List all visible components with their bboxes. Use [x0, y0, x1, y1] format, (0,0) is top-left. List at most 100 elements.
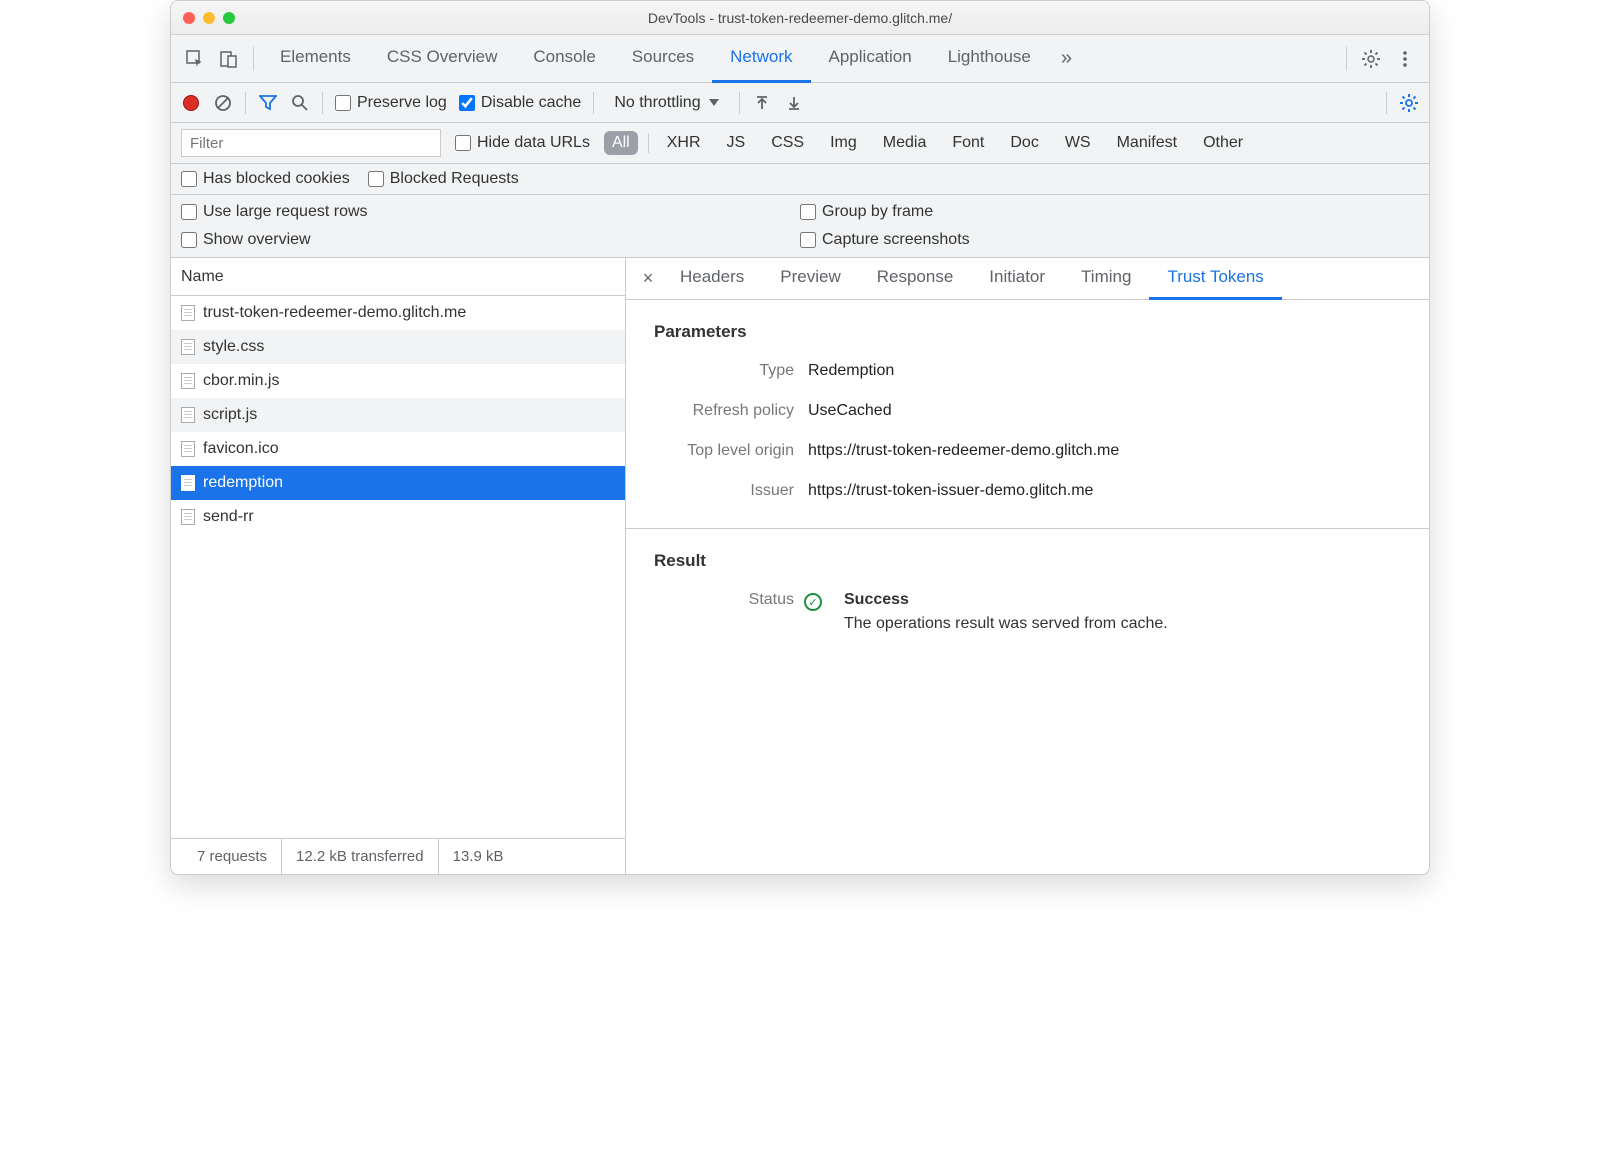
file-icon — [181, 339, 195, 355]
request-name: favicon.ico — [203, 440, 279, 458]
preserve-log-label: Preserve log — [357, 94, 447, 112]
download-har-icon[interactable] — [784, 93, 804, 113]
throttling-label: No throttling — [614, 94, 700, 112]
transferred-size: 12.2 kB transferred — [282, 839, 439, 874]
file-icon — [181, 441, 195, 457]
request-name: trust-token-redeemer-demo.glitch.me — [203, 304, 466, 322]
capture-screenshots-checkbox[interactable]: Capture screenshots — [800, 231, 1419, 249]
window-zoom[interactable] — [223, 12, 235, 24]
status-value: Success — [844, 591, 1401, 609]
close-detail-icon[interactable]: × — [634, 268, 662, 289]
tab-sources[interactable]: Sources — [614, 35, 712, 83]
detail-tab-headers[interactable]: Headers — [662, 258, 762, 300]
tab-network[interactable]: Network — [712, 35, 810, 83]
param-value: Redemption — [808, 362, 1401, 380]
filter-type-js[interactable]: JS — [719, 131, 754, 155]
use-large-rows-checkbox[interactable]: Use large request rows — [181, 203, 800, 221]
request-row[interactable]: send-rr — [171, 500, 625, 534]
filter-type-img[interactable]: Img — [822, 131, 865, 155]
detail-tabs: × HeadersPreviewResponseInitiatorTimingT… — [626, 258, 1429, 300]
request-row[interactable]: favicon.ico — [171, 432, 625, 466]
filter-type-doc[interactable]: Doc — [1002, 131, 1046, 155]
window-close[interactable] — [183, 12, 195, 24]
clear-icon[interactable] — [213, 93, 233, 113]
name-column-header[interactable]: Name — [171, 258, 625, 296]
success-check-icon: ✓ — [804, 593, 822, 611]
param-key: Type — [654, 362, 794, 380]
detail-tab-trust-tokens[interactable]: Trust Tokens — [1149, 258, 1281, 300]
tab-application[interactable]: Application — [811, 35, 930, 83]
tabs-overflow[interactable]: » — [1051, 47, 1082, 70]
show-overview-label: Show overview — [203, 231, 311, 249]
request-row[interactable]: style.css — [171, 330, 625, 364]
blocked-requests-checkbox[interactable]: Blocked Requests — [368, 170, 519, 188]
filter-type-all[interactable]: All — [604, 131, 638, 155]
disable-cache-checkbox[interactable]: Disable cache — [459, 94, 582, 112]
blocked-requests-label: Blocked Requests — [390, 170, 519, 188]
has-blocked-cookies-checkbox[interactable]: Has blocked cookies — [181, 170, 350, 188]
use-large-rows-label: Use large request rows — [203, 203, 368, 221]
filter-icon[interactable] — [258, 93, 278, 113]
file-icon — [181, 373, 195, 389]
titlebar: DevTools - trust-token-redeemer-demo.gli… — [171, 1, 1429, 35]
filter-type-ws[interactable]: WS — [1057, 131, 1099, 155]
request-row[interactable]: cbor.min.js — [171, 364, 625, 398]
tab-lighthouse[interactable]: Lighthouse — [930, 35, 1049, 83]
request-row[interactable]: script.js — [171, 398, 625, 432]
blocked-row: Has blocked cookies Blocked Requests — [171, 164, 1429, 195]
window-title: DevTools - trust-token-redeemer-demo.gli… — [171, 10, 1429, 26]
param-value: https://trust-token-redeemer-demo.glitch… — [808, 442, 1401, 460]
filter-type-font[interactable]: Font — [944, 131, 992, 155]
inspect-icon[interactable] — [179, 43, 211, 75]
show-overview-checkbox[interactable]: Show overview — [181, 231, 800, 249]
record-button[interactable] — [181, 93, 201, 113]
search-icon[interactable] — [290, 93, 310, 113]
preserve-log-checkbox[interactable]: Preserve log — [335, 94, 447, 112]
file-icon — [181, 475, 195, 491]
filter-type-other[interactable]: Other — [1195, 131, 1251, 155]
filter-type-media[interactable]: Media — [875, 131, 935, 155]
request-name: redemption — [203, 474, 283, 492]
detail-tab-response[interactable]: Response — [859, 258, 972, 300]
tab-css-overview[interactable]: CSS Overview — [369, 35, 516, 83]
settings-icon[interactable] — [1355, 43, 1387, 75]
request-name: style.css — [203, 338, 264, 356]
group-by-frame-checkbox[interactable]: Group by frame — [800, 203, 1419, 221]
tab-console[interactable]: Console — [515, 35, 613, 83]
hide-data-urls-label: Hide data URLs — [477, 134, 590, 152]
upload-har-icon[interactable] — [752, 93, 772, 113]
file-icon — [181, 305, 195, 321]
result-section: Result Status ✓ Success The operations r… — [626, 529, 1429, 661]
request-name: cbor.min.js — [203, 372, 279, 390]
result-title: Result — [654, 551, 1401, 571]
request-row[interactable]: trust-token-redeemer-demo.glitch.me — [171, 296, 625, 330]
request-row[interactable]: redemption — [171, 466, 625, 500]
throttling-select[interactable]: No throttling — [606, 94, 726, 112]
filter-type-css[interactable]: CSS — [763, 131, 812, 155]
parameters-title: Parameters — [654, 322, 1401, 342]
main-tabs: ElementsCSS OverviewConsoleSourcesNetwor… — [171, 35, 1429, 83]
detail-tab-preview[interactable]: Preview — [762, 258, 858, 300]
param-key: Issuer — [654, 482, 794, 500]
request-name: script.js — [203, 406, 257, 424]
param-value: https://trust-token-issuer-demo.glitch.m… — [808, 482, 1401, 500]
param-key: Refresh policy — [654, 402, 794, 420]
filter-type-manifest[interactable]: Manifest — [1109, 131, 1185, 155]
filter-input[interactable] — [181, 129, 441, 157]
network-toolbar: Preserve log Disable cache No throttling — [171, 83, 1429, 123]
param-key: Top level origin — [654, 442, 794, 460]
status-detail: The operations result was served from ca… — [844, 615, 1401, 633]
window-minimize[interactable] — [203, 12, 215, 24]
tab-elements[interactable]: Elements — [262, 35, 369, 83]
detail-tab-timing[interactable]: Timing — [1063, 258, 1149, 300]
device-toggle-icon[interactable] — [213, 43, 245, 75]
options-row: Use large request rows Group by frame Sh… — [171, 195, 1429, 258]
kebab-menu-icon[interactable] — [1389, 43, 1421, 75]
request-list-panel: Name trust-token-redeemer-demo.glitch.me… — [171, 258, 626, 874]
detail-tab-initiator[interactable]: Initiator — [971, 258, 1063, 300]
hide-data-urls-checkbox[interactable]: Hide data URLs — [455, 134, 590, 152]
status-label: Status — [654, 591, 794, 609]
network-settings-icon[interactable] — [1399, 93, 1419, 113]
filter-type-xhr[interactable]: XHR — [659, 131, 709, 155]
param-value: UseCached — [808, 402, 1401, 420]
